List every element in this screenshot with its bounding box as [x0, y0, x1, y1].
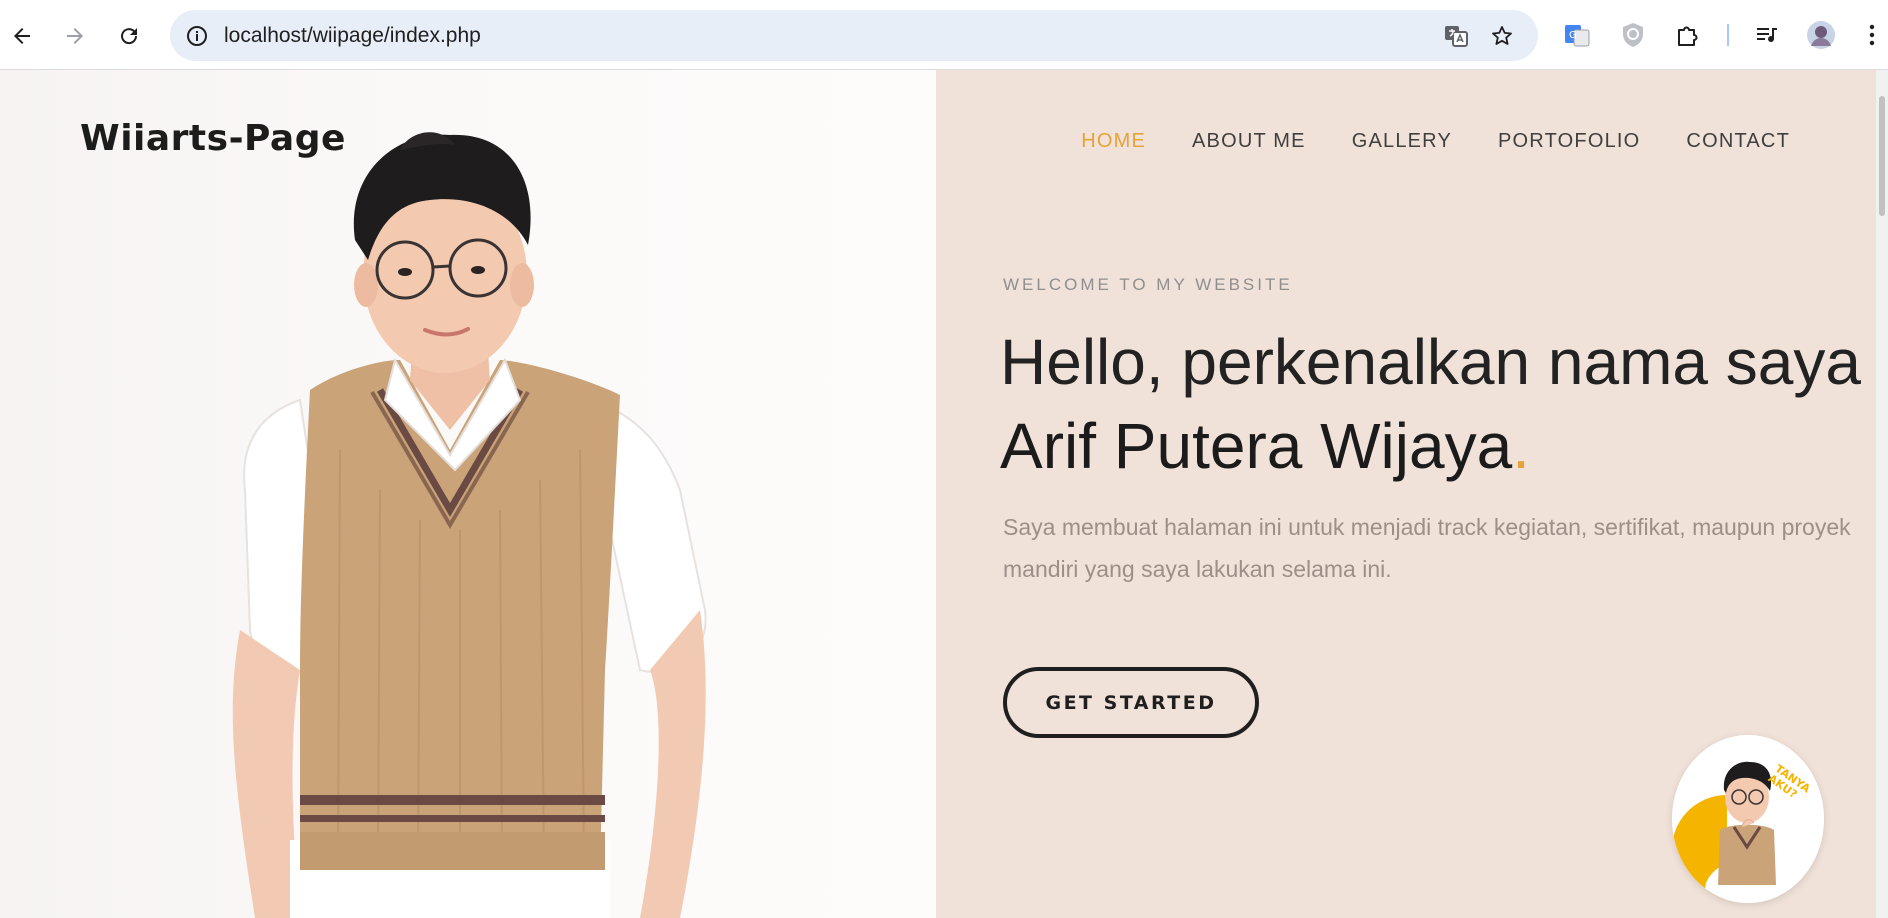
reload-button[interactable] — [109, 16, 149, 56]
url-text[interactable]: localhost/wiipage/index.php — [224, 10, 481, 61]
more-vert-icon — [1869, 24, 1875, 46]
get-started-button[interactable]: GET STARTED — [1003, 667, 1259, 738]
translate-page-button[interactable] — [1441, 21, 1471, 51]
profile-button[interactable] — [1804, 18, 1838, 52]
nav-item-home[interactable]: HOME — [1081, 130, 1146, 153]
arrow-right-icon — [67, 28, 83, 44]
forward-button[interactable] — [55, 16, 95, 56]
address-bar[interactable]: localhost/wiipage/index.php — [170, 10, 1538, 61]
nav-item-gallery[interactable]: GALLERY — [1352, 130, 1452, 153]
reload-icon — [121, 28, 138, 45]
browser-menu-button[interactable] — [1862, 18, 1882, 52]
hero-eyebrow: WELCOME TO MY WEBSITE — [1003, 275, 1293, 294]
back-button[interactable] — [2, 16, 42, 56]
chat-assistant-button[interactable]: TANYA AKU? — [1672, 735, 1824, 903]
page-viewport: Wiiarts-Page HOME ABOUT ME GALLERY PORTO… — [0, 70, 1888, 918]
headline-dot: . — [1512, 410, 1530, 482]
site-info-button[interactable] — [182, 21, 212, 51]
google-translate-icon: G — [1565, 25, 1590, 47]
google-translate-extension[interactable]: G — [1560, 18, 1594, 52]
page-scrollbar[interactable] — [1876, 70, 1888, 918]
hero-photo-panel — [0, 70, 936, 918]
shield-icon — [1623, 23, 1643, 47]
hero-portrait-image — [232, 132, 707, 918]
puzzle-icon — [1678, 26, 1698, 46]
shield-extension[interactable] — [1616, 18, 1650, 52]
site-logo[interactable]: Wiiarts-Page — [80, 118, 346, 159]
scrollbar-thumb[interactable] — [1879, 96, 1885, 216]
headline-name: Arif Putera Wijaya — [1000, 410, 1513, 482]
bookmark-button[interactable] — [1487, 21, 1517, 51]
star-icon — [1492, 26, 1512, 45]
extensions-button[interactable] — [1671, 18, 1705, 52]
browser-toolbar: localhost/wiipage/index.php G — [0, 0, 1888, 70]
arrow-left-icon — [14, 28, 30, 44]
nav-item-about-me[interactable]: ABOUT ME — [1192, 130, 1306, 153]
avatar — [1807, 21, 1835, 49]
hero-headline: Hello, perkenalkan nama saya Arif Putera… — [1000, 320, 1861, 488]
translate-icon — [1445, 26, 1468, 47]
media-queue-icon — [1757, 28, 1777, 43]
info-icon — [187, 26, 207, 46]
chat-assistant-avatar — [1672, 735, 1824, 903]
main-navigation: HOME ABOUT ME GALLERY PORTOFOLIO CONTACT — [1035, 130, 1790, 153]
svg-text:G: G — [1569, 30, 1577, 41]
headline-intro: Hello, perkenalkan nama saya — [1000, 326, 1861, 398]
media-queue-button[interactable] — [1750, 18, 1784, 52]
nav-item-contact[interactable]: CONTACT — [1686, 130, 1790, 153]
nav-item-portofolio[interactable]: PORTOFOLIO — [1498, 130, 1640, 153]
toolbar-separator — [1727, 24, 1729, 46]
hero-description: Saya membuat halaman ini untuk menjadi t… — [1003, 514, 1851, 582]
